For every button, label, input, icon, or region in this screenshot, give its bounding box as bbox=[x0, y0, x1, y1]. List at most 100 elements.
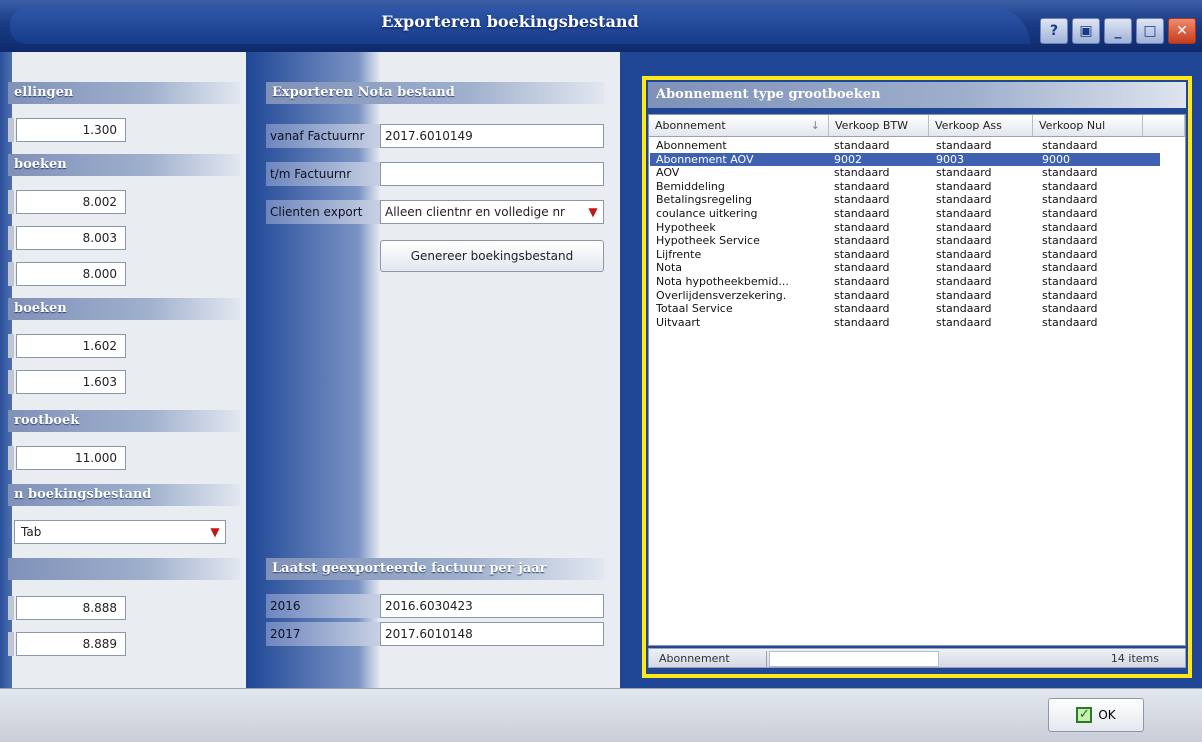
chevron-down-icon[interactable]: ▼ bbox=[585, 204, 601, 220]
table-row[interactable]: Abonnement AOV 9002 9003 9000 bbox=[650, 152, 1160, 167]
value-field[interactable]: 1.300 bbox=[16, 118, 126, 142]
table-cell: 9000 bbox=[1042, 152, 1070, 166]
ok-button[interactable]: ✓ OK bbox=[1048, 698, 1144, 732]
generate-button[interactable]: Genereer boekingsbestand bbox=[380, 240, 604, 272]
table-cell: coulance uitkering bbox=[656, 207, 758, 220]
column-header-spacer bbox=[1143, 115, 1185, 137]
table-row[interactable]: Hypotheek standaard standaard standaard bbox=[650, 221, 1160, 235]
field-stub bbox=[8, 370, 14, 394]
column-label: Abonnement bbox=[655, 119, 726, 132]
help-icon[interactable]: ? bbox=[1040, 18, 1068, 44]
last-export-value[interactable]: 2016.6030423 bbox=[380, 594, 604, 618]
value-field[interactable]: 8.002 bbox=[16, 190, 126, 214]
table-cell: 9003 bbox=[936, 152, 964, 166]
table-cell: standaard bbox=[1042, 247, 1098, 261]
subscription-grid[interactable]: Abonnement ↓ Verkoop BTW Verkoop Ass Ver… bbox=[648, 114, 1186, 646]
table-cell: standaard bbox=[834, 288, 890, 302]
table-row[interactable]: Nota hypotheekbemid... standaard standaard… bbox=[650, 275, 1160, 289]
table-cell: standaard bbox=[936, 302, 992, 316]
table-cell: Hypotheek bbox=[656, 220, 716, 234]
field-stub bbox=[8, 226, 14, 250]
field-stub bbox=[8, 596, 14, 620]
column-header-verkoop-ass[interactable]: Verkoop Ass bbox=[929, 115, 1033, 137]
footer-filter[interactable] bbox=[769, 651, 939, 667]
table-cell: standaard bbox=[936, 139, 992, 152]
section-header: ellingen bbox=[8, 82, 240, 104]
table-cell: standaard bbox=[834, 234, 890, 248]
column-header-abonnement[interactable]: Abonnement ↓ bbox=[649, 115, 829, 137]
table-cell: standaard bbox=[1042, 179, 1098, 193]
check-icon: ✓ bbox=[1076, 707, 1093, 723]
table-cell: standaard bbox=[936, 179, 992, 193]
table-cell: Bemiddeling bbox=[656, 179, 725, 193]
table-cell: standaard bbox=[834, 275, 890, 288]
table-cell: Abonnement AOV bbox=[656, 152, 754, 166]
table-cell: standaard bbox=[936, 207, 992, 220]
table-cell: standaard bbox=[834, 139, 890, 152]
section-header: boeken bbox=[8, 154, 240, 176]
table-cell: standaard bbox=[834, 207, 890, 220]
value-field[interactable]: 8.888 bbox=[16, 596, 126, 620]
table-cell: standaard bbox=[834, 193, 890, 207]
separator-select[interactable]: Tab ▼ bbox=[14, 520, 226, 544]
table-cell: Nota bbox=[656, 261, 683, 275]
table-cell: standaard bbox=[1042, 315, 1098, 329]
window-title: Exporteren boekingsbestand bbox=[381, 12, 639, 31]
field-stub bbox=[8, 118, 14, 142]
table-cell: standaard bbox=[936, 247, 992, 261]
table-cell: standaard bbox=[1042, 288, 1098, 302]
table-row[interactable]: Abonnement standaard standaard standaard bbox=[650, 139, 1160, 153]
ok-label: OK bbox=[1098, 708, 1116, 722]
bottom-bar bbox=[0, 688, 1202, 742]
column-header-verkoop-btw[interactable]: Verkoop BTW bbox=[829, 115, 929, 137]
table-title: Abonnement type grootboeken bbox=[648, 82, 1186, 108]
client-export-select[interactable]: Alleen clientnr en volledige nr ▼ bbox=[380, 200, 604, 224]
section-header: boeken bbox=[8, 298, 240, 320]
minimize-icon[interactable]: _ bbox=[1104, 18, 1132, 44]
maximize-icon[interactable]: □ bbox=[1136, 18, 1164, 44]
from-invoice-input[interactable]: 2017.6010149 bbox=[380, 124, 604, 148]
value-field[interactable]: 8.003 bbox=[16, 226, 126, 250]
table-cell: 9002 bbox=[834, 152, 862, 166]
chevron-down-icon[interactable]: ▼ bbox=[207, 524, 223, 540]
window-controls: ? ▣ _ □ ✕ bbox=[1040, 18, 1196, 44]
table-cell: AOV bbox=[656, 166, 680, 180]
table-row[interactable]: Bemiddeling standaard standaard standaard bbox=[650, 180, 1160, 194]
grid-footer: Abonnement 14 items bbox=[648, 648, 1186, 668]
value-field[interactable]: 8.000 bbox=[16, 262, 126, 286]
last-export-header: Laatst geexporteerde factuur per jaar bbox=[266, 558, 604, 580]
close-icon[interactable]: ✕ bbox=[1168, 18, 1196, 44]
table-cell: standaard bbox=[936, 315, 992, 329]
table-row[interactable]: Lijfrente standaard standaard standaard bbox=[650, 248, 1160, 262]
value-field[interactable]: 1.603 bbox=[16, 370, 126, 394]
table-cell: Hypotheek Service bbox=[656, 234, 760, 248]
table-row[interactable]: Uitvaart standaard standaard standaard bbox=[650, 316, 1160, 330]
to-invoice-input[interactable] bbox=[380, 162, 604, 186]
value-field[interactable]: 8.889 bbox=[16, 632, 126, 656]
table-row[interactable]: Nota standaard standaard standaard bbox=[650, 261, 1160, 275]
last-export-value[interactable]: 2017.6010148 bbox=[380, 622, 604, 646]
table-cell: standaard bbox=[834, 247, 890, 261]
table-row[interactable]: Betalingsregeling standaard standaard stand… bbox=[650, 193, 1160, 207]
value-field[interactable]: 1.602 bbox=[16, 334, 126, 358]
value-field[interactable]: 11.000 bbox=[16, 446, 126, 470]
table-row[interactable]: coulance uitkering standaard standaard stan… bbox=[650, 207, 1160, 221]
table-cell: standaard bbox=[1042, 193, 1098, 207]
export-nota-header: Exporteren Nota bestand bbox=[266, 82, 604, 104]
table-row[interactable]: Totaal Service standaard standaard standaar… bbox=[650, 302, 1160, 316]
table-row[interactable]: AOV standaard standaard standaard bbox=[650, 166, 1160, 180]
column-header-verkoop-nul[interactable]: Verkoop Nul bbox=[1033, 115, 1143, 137]
field-stub bbox=[8, 190, 14, 214]
section-header: n boekingsbestand bbox=[8, 484, 240, 506]
field-label: vanaf Factuurnr bbox=[266, 124, 380, 148]
year-label: 2016 bbox=[266, 594, 380, 618]
sort-icon[interactable]: ↓ bbox=[811, 115, 820, 137]
table-row[interactable]: Overlijdensverzekering. standaard standaar… bbox=[650, 289, 1160, 303]
table-cell: Nota hypotheekbemid... bbox=[656, 275, 789, 288]
restore-icon[interactable]: ▣ bbox=[1072, 18, 1100, 44]
table-row[interactable]: Hypotheek Service standaard standaard stand… bbox=[650, 234, 1160, 248]
table-cell: standaard bbox=[1042, 166, 1098, 180]
table-cell: standaard bbox=[936, 261, 992, 275]
table-cell: standaard bbox=[834, 315, 890, 329]
table-cell: Overlijdensverzekering. bbox=[656, 288, 787, 302]
